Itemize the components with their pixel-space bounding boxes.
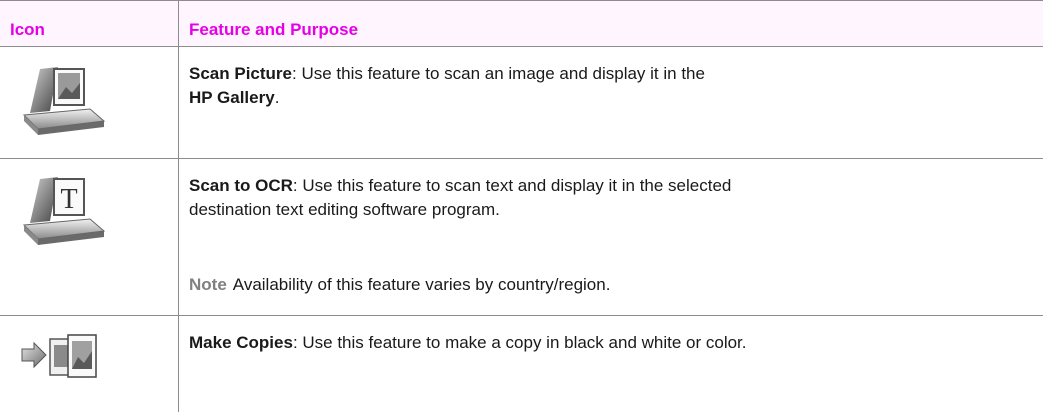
- scan-to-ocr-description: Scan to OCR: Use this feature to scan te…: [189, 176, 732, 219]
- make-copies-description: Make Copies: Use this feature to make a …: [189, 333, 747, 352]
- table-row: T Scan to OCR: Use this feature to scan …: [0, 159, 1043, 316]
- hp-gallery-label: HP Gallery: [189, 88, 275, 107]
- scan-to-ocr-icon: T: [22, 177, 106, 245]
- feature-table: Icon Feature and Purpose Scan Picture: U…: [0, 0, 1043, 412]
- note: Note Availability of this feature varies …: [189, 273, 610, 297]
- icon-cell: T: [0, 159, 179, 315]
- icon-cell: [0, 47, 179, 158]
- table-header-row: Icon Feature and Purpose: [0, 0, 1043, 47]
- header-icon-label: Icon: [10, 20, 45, 39]
- feature-title: Scan Picture: [189, 64, 292, 83]
- feature-cell: Make Copies: Use this feature to make a …: [179, 316, 1043, 412]
- icon-cell: [0, 316, 179, 412]
- make-copies-icon: [21, 334, 97, 378]
- feature-cell: Scan to OCR: Use this feature to scan te…: [179, 159, 1043, 315]
- note-text: Availability of this feature varies by c…: [232, 275, 611, 294]
- scan-picture-description: Scan Picture: Use this feature to scan a…: [189, 64, 705, 107]
- header-cell-feature: Feature and Purpose: [179, 1, 1043, 46]
- header-feature-label: Feature and Purpose: [189, 20, 359, 39]
- scan-picture-icon: [22, 67, 106, 135]
- feature-title: Make Copies: [189, 333, 293, 352]
- feature-title: Scan to OCR: [189, 176, 293, 195]
- table-row: Make Copies: Use this feature to make a …: [0, 316, 1043, 412]
- header-cell-icon: Icon: [0, 1, 179, 46]
- table-row: Scan Picture: Use this feature to scan a…: [0, 47, 1043, 159]
- feature-cell: Scan Picture: Use this feature to scan a…: [179, 47, 1043, 158]
- note-label: Note: [189, 275, 227, 294]
- svg-text:T: T: [60, 184, 77, 215]
